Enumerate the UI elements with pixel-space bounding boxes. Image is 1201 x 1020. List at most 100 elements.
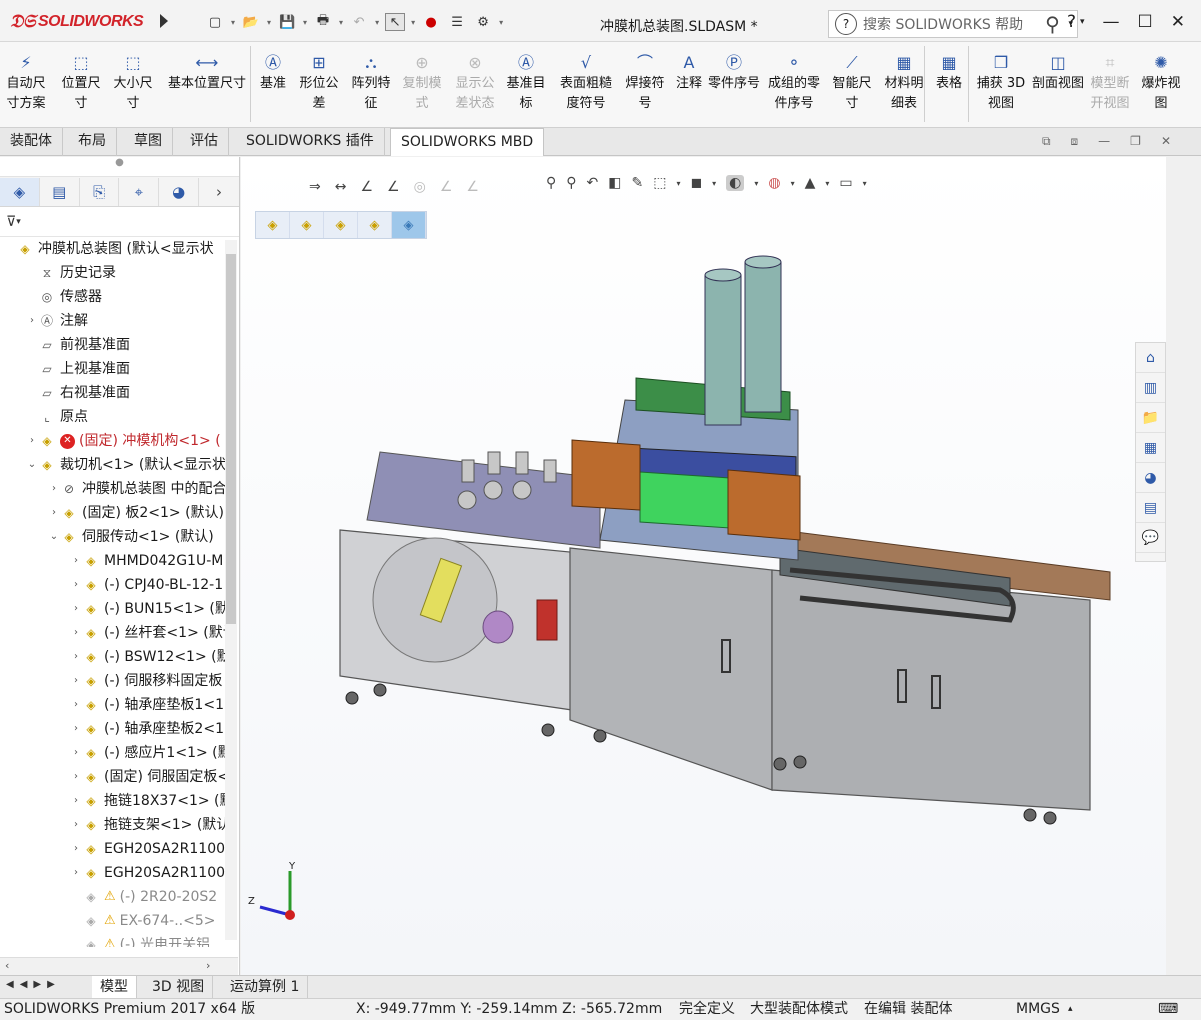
file-explorer-icon[interactable]: 📁 [1136,403,1165,433]
tree-expander-icon[interactable]: › [70,861,82,885]
feature-manager-tab-icon[interactable]: ◈ [0,177,40,206]
panel-tabs-next-icon[interactable]: › [199,178,239,206]
options-dropdown-icon[interactable]: ▾ [499,18,503,27]
ribbon-button-9[interactable]: Ⓐ 基准目标 [502,50,550,126]
select-dropdown-icon[interactable]: ▾ [411,18,415,27]
ribbon-button-3[interactable]: ⟷ 基本位置尺寸 [162,50,252,126]
help-dropdown-icon[interactable]: ▾ [1080,17,1085,27]
ribbon-button-1[interactable]: ⬚ 位置尺寸 [56,50,106,126]
tree-node[interactable]: ◎ 传感器 [0,285,102,309]
tree-expander-icon[interactable]: › [70,621,82,645]
tree-node[interactable]: ▱ 前视基准面 [0,333,130,357]
open-dropdown-icon[interactable]: ▾ [267,18,271,27]
tab-0[interactable]: 装配体 [0,128,63,156]
ribbon-button-10[interactable]: √ 表面粗糙度符号 [554,50,618,126]
tree-node[interactable]: › ◈ (-) 感应片1<1> (默 [0,741,232,765]
status-units[interactable]: MMGS [1016,999,1060,1020]
status-tooltip-icon[interactable]: ⌨ [1158,999,1178,1020]
ribbon-button-18[interactable]: ❒ 捕获 3D 视图 [972,50,1030,126]
tree-expander-icon[interactable]: › [70,837,82,861]
tree-node[interactable]: ⌞ 原点 [0,405,88,429]
bottom-tab-0[interactable]: 模型 [92,976,137,998]
ribbon-button-16[interactable]: ▦ 材料明细表 [880,50,928,126]
tree-node[interactable]: › ◈ (-) CPJ40-BL-12-1 [0,573,223,597]
tree-node[interactable]: › ◈ (-) 伺服移料固定板 [0,669,222,693]
tree-expander-icon[interactable]: › [70,645,82,669]
tree-node[interactable]: › ◈ (固定) 伺服固定板< [0,765,229,789]
tree-expander-icon[interactable]: › [70,597,82,621]
maximize-icon[interactable]: ☐ [1138,12,1153,32]
ribbon-button-15[interactable]: ⟋ 智能尺寸 [828,50,876,126]
search-icon[interactable]: ⚲ [1036,11,1068,37]
filter-icon[interactable]: ⊽ [6,214,16,230]
units-dropdown-icon[interactable]: ▴ [1068,999,1073,1020]
tree-node[interactable]: › ◈ 拖链支架<1> (默认 [0,813,230,837]
ribbon-button-19[interactable]: ◫ 剖面视图 [1032,50,1084,126]
file-properties-icon[interactable]: ☰ [447,13,467,31]
print-icon[interactable]: 🖶 [313,13,333,31]
tree-expander-icon[interactable]: › [70,573,82,597]
tab-5[interactable]: SOLIDWORKS MBD [390,128,545,156]
machine-3d-model[interactable] [241,157,1166,975]
solidworks-logo[interactable]: 𝔇𝔖 SOLIDWORKS [10,11,144,32]
tree-expander-icon[interactable]: › [26,429,38,453]
tree-expander-icon[interactable]: › [70,717,82,741]
menu-expand-caret[interactable] [160,14,168,28]
tree-node[interactable]: › Ⓐ 注解 [0,309,88,333]
tree-node[interactable]: ▱ 右视基准面 [0,381,130,405]
search-placeholder[interactable]: 搜索 SOLIDWORKS 帮助 [863,14,1036,34]
tree-node[interactable]: ▱ 上视基准面 [0,357,130,381]
print-dropdown-icon[interactable]: ▾ [339,18,343,27]
tree-horizontal-scrollbar[interactable]: ‹ › [0,957,238,975]
doc-minimize-icon[interactable]: — [1098,134,1110,149]
ribbon-button-14[interactable]: ⚬ 成组的零件序号 [762,50,826,126]
undo-dropdown-icon[interactable]: ▾ [375,18,379,27]
tree-node[interactable]: › ◈ EGH20SA2R1100 [0,861,225,885]
tree-node[interactable]: ⧖ 历史记录 [0,261,116,285]
dimxpert-manager-tab-icon[interactable]: ⌖ [119,177,160,206]
tree-node[interactable]: ◈ 冲膜机总装图 (默认<显示状 [0,237,213,261]
tree-filter[interactable]: ⊽ ▾ [0,207,239,237]
doc-maximize-icon[interactable]: ❐ [1130,134,1141,149]
property-manager-tab-icon[interactable]: ▤ [40,177,80,206]
tab-2[interactable]: 草图 [124,128,173,156]
new-dropdown-icon[interactable]: ▾ [231,18,235,27]
ribbon-button-17[interactable]: ▦ 表格 [932,50,966,126]
doc-tile-icon[interactable]: ⧈ [1071,134,1079,149]
ribbon-button-0[interactable]: ⚡ 自动尺寸方案 [4,50,48,126]
bottom-tab-2[interactable]: 运动算例 1 [222,976,309,998]
tree-node[interactable]: › ◈ (-) BUN15<1> (默 [0,597,229,621]
tree-expander-icon[interactable]: › [70,549,82,573]
tree-expander-icon[interactable]: ⌄ [48,525,60,549]
help-circle-icon[interactable]: ? [835,13,857,35]
tree-node[interactable]: › ◈ (固定) 板2<1> (默认) [0,501,224,525]
scroll-right-icon[interactable]: › [206,959,210,972]
tree-node[interactable]: › ◈ (-) 轴承座垫板2<1 [0,717,224,741]
rebuild-traffic-light-icon[interactable]: ● [421,13,441,31]
tree-expander-icon[interactable]: › [70,741,82,765]
tree-scroll-thumb[interactable] [226,254,236,624]
ribbon-button-8[interactable]: ⊗ 显示公差状态 [450,50,500,126]
doc-restore-icon[interactable]: ⧉ [1042,134,1051,149]
tab-3[interactable]: 评估 [180,128,229,156]
save-icon[interactable]: 💾 [277,13,297,31]
ribbon-button-12[interactable]: A 注释 [672,50,706,126]
open-icon[interactable]: 📂 [241,13,261,31]
tree-expander-icon[interactable]: › [70,669,82,693]
ribbon-button-11[interactable]: ⌒ 焊接符号 [620,50,670,126]
panel-collapse-handle[interactable]: ● [0,157,239,177]
tree-node[interactable]: › ◈ 拖链18X37<1> (默 [0,789,234,813]
tree-vertical-scrollbar[interactable] [225,240,237,940]
ribbon-button-6[interactable]: ⛬ 阵列特征 [346,50,396,126]
tree-node[interactable]: › ◈ EGH20SA2R1100 [0,837,225,861]
custom-properties-icon[interactable]: ▤ [1136,493,1165,523]
display-manager-tab-icon[interactable]: ◕ [159,177,200,206]
scroll-left-icon[interactable]: ‹ [5,959,9,972]
tree-expander-icon[interactable]: › [70,789,82,813]
tree-node[interactable]: › ◈ (-) 丝杆套<1> (默认 [0,621,237,645]
bottom-tab-1[interactable]: 3D 视图 [144,976,214,998]
graphics-area[interactable]: ⚲ ⚲ ↶ ◧ ✎ ⬚ ▾ ◼ ▾ ◐ ▾ ◍ ▾ ▲ ▾ ▭ ▾ ⇒ ↔ ∠ ∠ ◎ ∠ … [241,157,1166,975]
select-arrow-icon[interactable]: ↖ [385,13,406,31]
options-gear-icon[interactable]: ⚙ [473,13,493,31]
tree-node[interactable]: ◈ ⚠ (-) 光电开关铝 [0,933,210,947]
